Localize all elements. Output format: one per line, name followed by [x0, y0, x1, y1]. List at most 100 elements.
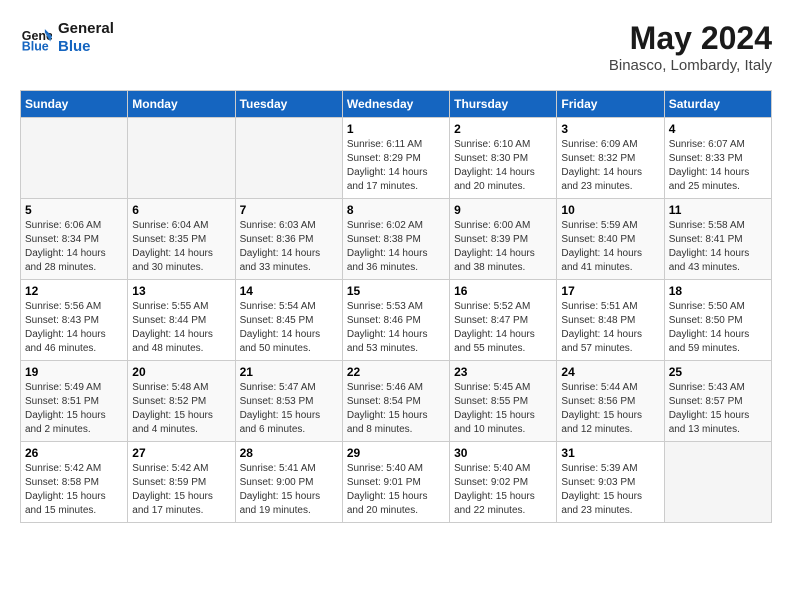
day-number: 31	[561, 446, 659, 460]
weekday-header-row: SundayMondayTuesdayWednesdayThursdayFrid…	[21, 91, 772, 118]
day-number: 11	[669, 203, 767, 217]
calendar-cell: 30 Sunrise: 5:40 AM Sunset: 9:02 PM Dayli…	[450, 442, 557, 523]
weekday-header-monday: Monday	[128, 91, 235, 118]
day-number: 2	[454, 122, 552, 136]
calendar-cell: 5Sunrise: 6:06 AM Sunset: 8:34 PM Daylig…	[21, 199, 128, 280]
calendar-cell: 11 Sunrise: 5:58 AM Sunset: 8:41 PM Dayli…	[664, 199, 771, 280]
day-info: Sunrise: 5:46 AM Sunset: 8:54 PM Dayligh…	[347, 381, 445, 437]
calendar-cell: 9 Sunrise: 6:00 AM Sunset: 8:39 PM Daylig…	[450, 199, 557, 280]
day-info: Sunrise: 5:40 AM Sunset: 9:02 PM Dayligh…	[454, 462, 552, 518]
calendar-cell: 10 Sunrise: 5:59 AM Sunset: 8:40 PM Dayli…	[557, 199, 664, 280]
day-info: Sunrise: 5:50 AM Sunset: 8:50 PM Dayligh…	[669, 300, 767, 356]
calendar-week-row: 1 Sunrise: 6:11 AM Sunset: 8:29 PM Daylig…	[21, 118, 772, 199]
svg-text:Blue: Blue	[22, 39, 49, 53]
logo-icon: General Blue	[20, 22, 52, 54]
calendar-week-row: 5Sunrise: 6:06 AM Sunset: 8:34 PM Daylig…	[21, 199, 772, 280]
day-number: 21	[240, 365, 338, 379]
day-number: 25	[669, 365, 767, 379]
calendar-cell: 17 Sunrise: 5:51 AM Sunset: 8:48 PM Dayli…	[557, 280, 664, 361]
day-info: Sunrise: 5:44 AM Sunset: 8:56 PM Dayligh…	[561, 381, 659, 437]
day-info: Sunrise: 5:58 AM Sunset: 8:41 PM Dayligh…	[669, 219, 767, 275]
calendar-cell: 4Sunrise: 6:07 AM Sunset: 8:33 PM Daylig…	[664, 118, 771, 199]
day-info: Sunrise: 6:03 AM Sunset: 8:36 PM Dayligh…	[240, 219, 338, 275]
day-number: 5	[25, 203, 123, 217]
calendar-cell: 14Sunrise: 5:54 AM Sunset: 8:45 PM Dayli…	[235, 280, 342, 361]
calendar-cell: 31 Sunrise: 5:39 AM Sunset: 9:03 PM Dayli…	[557, 442, 664, 523]
day-number: 28	[240, 446, 338, 460]
day-info: Sunrise: 5:43 AM Sunset: 8:57 PM Dayligh…	[669, 381, 767, 437]
calendar-cell: 28Sunrise: 5:41 AM Sunset: 9:00 PM Dayli…	[235, 442, 342, 523]
day-number: 7	[240, 203, 338, 217]
calendar-cell: 19 Sunrise: 5:49 AM Sunset: 8:51 PM Dayli…	[21, 361, 128, 442]
day-info: Sunrise: 5:55 AM Sunset: 8:44 PM Dayligh…	[132, 300, 230, 356]
calendar-cell: 3Sunrise: 6:09 AM Sunset: 8:32 PM Daylig…	[557, 118, 664, 199]
calendar-cell: 24 Sunrise: 5:44 AM Sunset: 8:56 PM Dayli…	[557, 361, 664, 442]
day-info: Sunrise: 6:11 AM Sunset: 8:29 PM Dayligh…	[347, 138, 445, 194]
day-number: 16	[454, 284, 552, 298]
calendar-cell: 27Sunrise: 5:42 AM Sunset: 8:59 PM Dayli…	[128, 442, 235, 523]
day-number: 17	[561, 284, 659, 298]
weekday-header-thursday: Thursday	[450, 91, 557, 118]
calendar-cell: 2 Sunrise: 6:10 AM Sunset: 8:30 PM Daylig…	[450, 118, 557, 199]
day-number: 26	[25, 446, 123, 460]
calendar-cell: 13 Sunrise: 5:55 AM Sunset: 8:44 PM Dayli…	[128, 280, 235, 361]
calendar-cell	[235, 118, 342, 199]
location: Binasco, Lombardy, Italy	[609, 57, 772, 74]
day-info: Sunrise: 5:54 AM Sunset: 8:45 PM Dayligh…	[240, 300, 338, 356]
day-number: 30	[454, 446, 552, 460]
day-info: Sunrise: 5:59 AM Sunset: 8:40 PM Dayligh…	[561, 219, 659, 275]
day-info: Sunrise: 6:04 AM Sunset: 8:35 PM Dayligh…	[132, 219, 230, 275]
calendar-cell: 7 Sunrise: 6:03 AM Sunset: 8:36 PM Daylig…	[235, 199, 342, 280]
day-number: 22	[347, 365, 445, 379]
calendar-cell: 18 Sunrise: 5:50 AM Sunset: 8:50 PM Dayli…	[664, 280, 771, 361]
day-info: Sunrise: 5:39 AM Sunset: 9:03 PM Dayligh…	[561, 462, 659, 518]
day-info: Sunrise: 6:10 AM Sunset: 8:30 PM Dayligh…	[454, 138, 552, 194]
calendar-cell	[664, 442, 771, 523]
day-number: 9	[454, 203, 552, 217]
calendar-cell: 20 Sunrise: 5:48 AM Sunset: 8:52 PM Dayli…	[128, 361, 235, 442]
calendar-cell: 21 Sunrise: 5:47 AM Sunset: 8:53 PM Dayli…	[235, 361, 342, 442]
day-info: Sunrise: 6:09 AM Sunset: 8:32 PM Dayligh…	[561, 138, 659, 194]
calendar-cell: 1 Sunrise: 6:11 AM Sunset: 8:29 PM Daylig…	[342, 118, 449, 199]
calendar-cell: 16 Sunrise: 5:52 AM Sunset: 8:47 PM Dayli…	[450, 280, 557, 361]
day-info: Sunrise: 6:02 AM Sunset: 8:38 PM Dayligh…	[347, 219, 445, 275]
weekday-header-tuesday: Tuesday	[235, 91, 342, 118]
day-number: 15	[347, 284, 445, 298]
day-info: Sunrise: 5:53 AM Sunset: 8:46 PM Dayligh…	[347, 300, 445, 356]
day-info: Sunrise: 5:52 AM Sunset: 8:47 PM Dayligh…	[454, 300, 552, 356]
calendar-week-row: 19 Sunrise: 5:49 AM Sunset: 8:51 PM Dayli…	[21, 361, 772, 442]
calendar-cell: 6 Sunrise: 6:04 AM Sunset: 8:35 PM Daylig…	[128, 199, 235, 280]
day-number: 12	[25, 284, 123, 298]
day-number: 24	[561, 365, 659, 379]
calendar-cell: 8Sunrise: 6:02 AM Sunset: 8:38 PM Daylig…	[342, 199, 449, 280]
day-number: 13	[132, 284, 230, 298]
day-number: 18	[669, 284, 767, 298]
calendar-table: SundayMondayTuesdayWednesdayThursdayFrid…	[20, 90, 772, 523]
day-info: Sunrise: 6:00 AM Sunset: 8:39 PM Dayligh…	[454, 219, 552, 275]
calendar-cell	[128, 118, 235, 199]
calendar-cell: 23Sunrise: 5:45 AM Sunset: 8:55 PM Dayli…	[450, 361, 557, 442]
title-block: May 2024 Binasco, Lombardy, Italy	[609, 20, 772, 74]
day-number: 23	[454, 365, 552, 379]
calendar-cell: 12Sunrise: 5:56 AM Sunset: 8:43 PM Dayli…	[21, 280, 128, 361]
logo-general: General	[58, 20, 114, 38]
calendar-cell: 25 Sunrise: 5:43 AM Sunset: 8:57 PM Dayli…	[664, 361, 771, 442]
day-info: Sunrise: 5:40 AM Sunset: 9:01 PM Dayligh…	[347, 462, 445, 518]
calendar-week-row: 26Sunrise: 5:42 AM Sunset: 8:58 PM Dayli…	[21, 442, 772, 523]
day-info: Sunrise: 5:48 AM Sunset: 8:52 PM Dayligh…	[132, 381, 230, 437]
day-info: Sunrise: 5:49 AM Sunset: 8:51 PM Dayligh…	[25, 381, 123, 437]
day-number: 6	[132, 203, 230, 217]
day-number: 19	[25, 365, 123, 379]
day-number: 1	[347, 122, 445, 136]
day-info: Sunrise: 5:47 AM Sunset: 8:53 PM Dayligh…	[240, 381, 338, 437]
day-number: 20	[132, 365, 230, 379]
calendar-week-row: 12Sunrise: 5:56 AM Sunset: 8:43 PM Dayli…	[21, 280, 772, 361]
logo-blue: Blue	[58, 38, 114, 56]
day-info: Sunrise: 5:51 AM Sunset: 8:48 PM Dayligh…	[561, 300, 659, 356]
day-number: 10	[561, 203, 659, 217]
day-number: 4	[669, 122, 767, 136]
day-info: Sunrise: 5:42 AM Sunset: 8:59 PM Dayligh…	[132, 462, 230, 518]
page-header: General Blue General Blue May 2024 Binas…	[20, 20, 772, 74]
weekday-header-saturday: Saturday	[664, 91, 771, 118]
weekday-header-sunday: Sunday	[21, 91, 128, 118]
